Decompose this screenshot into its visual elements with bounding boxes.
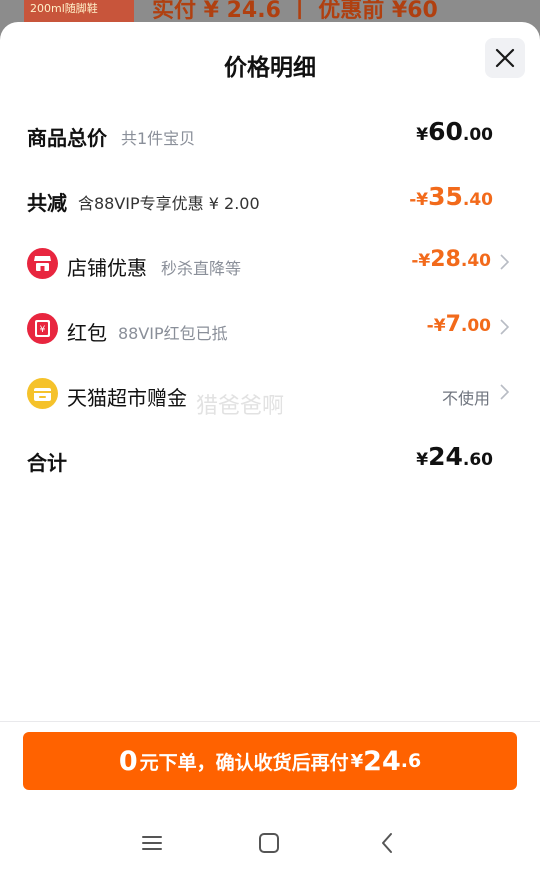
home-button[interactable] — [251, 828, 287, 858]
goods-total-label: 商品总价 — [27, 126, 107, 150]
amount-int: 60 — [428, 117, 463, 146]
close-button[interactable] — [485, 38, 525, 78]
row-goods-total: 商品总价 共1件宝贝 ¥60.00 — [0, 114, 540, 154]
red-packet-note: 88VIP红包已抵 — [118, 324, 228, 343]
red-packet-icon: ¥ — [27, 313, 58, 344]
amount-dec: .40 — [462, 190, 493, 210]
row-sum: 合计 ¥24.60 — [0, 439, 540, 479]
store-discount-amount: -¥28.40 — [411, 247, 491, 272]
store-discount-note: 秒杀直降等 — [161, 259, 242, 278]
sum-amount: ¥24.60 — [416, 442, 493, 471]
store-icon — [27, 248, 58, 279]
currency: ¥ — [416, 450, 429, 470]
footer-divider — [0, 721, 540, 722]
back-button[interactable] — [369, 828, 405, 858]
row-red-packet[interactable]: ¥ 红包 88VIP红包已抵 -¥7.00 — [0, 309, 540, 349]
amount-int: 7 — [445, 312, 461, 337]
red-packet-amount: -¥7.00 — [427, 312, 491, 337]
close-icon — [495, 48, 515, 68]
total-reduced-label: 共减 — [27, 191, 67, 215]
chevron-right-icon — [500, 254, 509, 270]
chevron-right-icon — [500, 384, 509, 400]
cta-amount-dec: .6 — [400, 750, 422, 772]
cta-text: 元下单，确认收货后再付 — [139, 751, 349, 774]
row-total-reduced: 共减 含88VIP专享优惠 ¥ 2.00 -¥35.40 — [0, 179, 540, 219]
price-detail-sheet: 价格明细 商品总价 共1件宝贝 ¥60.00 共减 含88VIP专享优惠 ¥ 2… — [0, 22, 540, 875]
cta-currency: ¥ — [350, 750, 364, 772]
wallet-icon — [27, 378, 58, 409]
amount-dec: .00 — [460, 316, 491, 336]
red-packet-label: 红包 — [67, 321, 107, 345]
currency: ¥ — [416, 125, 429, 145]
total-reduced-amount: -¥35.40 — [409, 182, 493, 211]
row-store-discount[interactable]: 店铺优惠 秒杀直降等 -¥28.40 — [0, 244, 540, 284]
sum-label: 合计 — [27, 451, 67, 475]
amount-dec: .00 — [462, 125, 493, 145]
currency: -¥ — [426, 316, 446, 336]
currency: -¥ — [411, 251, 431, 271]
amount-dec: .60 — [462, 450, 493, 470]
store-discount-label: 店铺优惠 — [67, 256, 147, 280]
amount-int: 28 — [430, 247, 461, 272]
amount-dec: .40 — [460, 251, 491, 271]
tmall-bonus-label: 天猫超市赠金 — [67, 386, 187, 410]
cta-amount-int: 24 — [363, 745, 401, 777]
amount-int: 35 — [428, 182, 463, 211]
tmall-bonus-value: 不使用 — [441, 389, 490, 408]
place-order-button[interactable]: 0 元下单，确认收货后再付 ¥ 24 .6 — [23, 732, 517, 790]
amount-int: 24 — [428, 442, 463, 471]
goods-total-amount: ¥60.00 — [416, 117, 493, 146]
menu-button[interactable] — [134, 828, 170, 858]
watermark: 猎爸爸啊 — [196, 394, 285, 419]
sheet-title: 价格明细 — [224, 55, 316, 81]
vip-discount-note: 含88VIP专享优惠 ¥ 2.00 — [78, 194, 260, 213]
product-thumbnail-text: 200ml随脚鞋 — [30, 2, 98, 15]
system-nav-bar — [0, 800, 540, 875]
home-icon — [259, 833, 279, 853]
back-icon — [382, 833, 392, 853]
currency: -¥ — [409, 190, 429, 210]
goods-count-text: 共1件宝贝 — [121, 129, 196, 148]
svg-text:¥: ¥ — [40, 325, 46, 335]
chevron-right-icon — [500, 319, 509, 335]
cta-zero: 0 — [118, 745, 138, 777]
background-price-text: 实付 ¥ 24.6 丨 优惠前 ¥60 — [152, 0, 438, 23]
menu-icon — [142, 836, 162, 850]
